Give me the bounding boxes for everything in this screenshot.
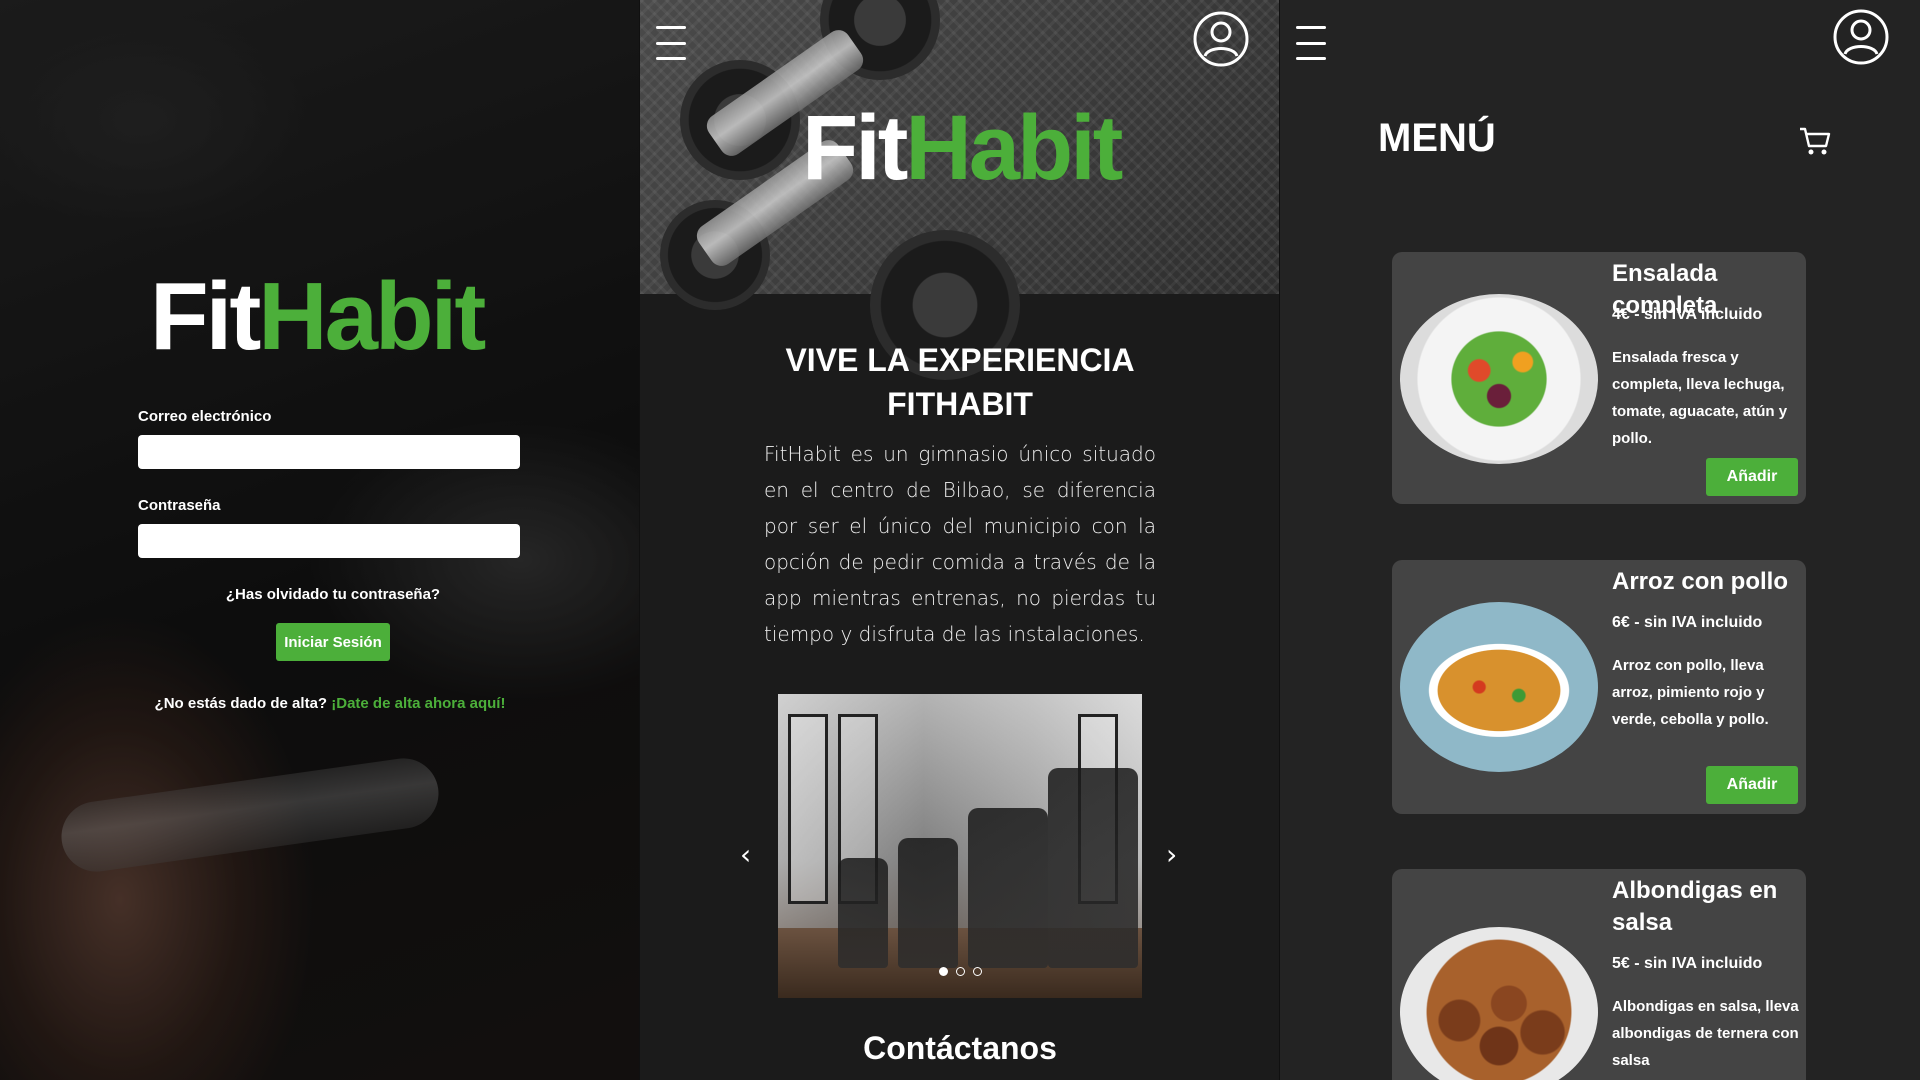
forgot-password-link[interactable]: ¿Has olvidado tu contraseña? <box>138 586 528 603</box>
signup-prompt: ¿No estás dado de alta? <box>154 695 328 712</box>
menu-item-card: Arroz con pollo 6€ - sin IVA incluido Ar… <box>1392 560 1806 814</box>
hamburger-menu-icon[interactable] <box>1296 26 1326 60</box>
email-field[interactable] <box>138 435 520 469</box>
hamburger-menu-icon[interactable] <box>656 26 686 60</box>
title-line-1: VIVE LA EXPERIENCIA <box>785 342 1135 378</box>
login-screen: Fit Habit Correo electrónico Contraseña … <box>0 0 640 1080</box>
app-screens: Fit Habit Correo electrónico Contraseña … <box>0 0 1920 1080</box>
logo-fit-text: Fit <box>802 97 908 199</box>
logo-fit-text: Fit <box>150 263 261 370</box>
shopping-cart-icon[interactable] <box>1798 124 1832 158</box>
logo-habit-text: Habit <box>905 97 1123 199</box>
carousel-dot-1[interactable] <box>938 967 948 976</box>
hero-banner: Fit Habit <box>640 0 1280 380</box>
carousel-dot-2[interactable] <box>955 967 965 976</box>
title-line-2: FITHABIT <box>887 386 1033 422</box>
logo-habit-text: Habit <box>258 263 486 370</box>
menu-item-card: Albondigas en salsa 5€ - sin IVA incluid… <box>1392 869 1806 1080</box>
menu-item-description: Ensalada fresca y completa, lleva lechug… <box>1612 349 1788 447</box>
gym-description: FitHabit es un gimnasio único situado en… <box>764 442 1156 646</box>
password-label: Contraseña <box>138 497 221 514</box>
fithabit-logo: Fit Habit <box>150 262 486 372</box>
login-form: Correo electrónico Contraseña ¿Has olvid… <box>138 408 520 712</box>
menu-item-name: Arroz con pollo <box>1612 568 1788 595</box>
menu-item-description: Albondigas en salsa, lleva albondigas de… <box>1612 998 1799 1069</box>
user-profile-icon[interactable] <box>1832 8 1890 66</box>
salad-dish-image <box>1400 294 1598 464</box>
menu-item-price: 5€ - sin IVA incluido <box>1612 955 1763 972</box>
password-field[interactable] <box>138 524 520 558</box>
menu-item-price: 6€ - sin IVA incluido <box>1612 614 1763 631</box>
menu-item-card: Ensalada completa 4€ - sin IVA incluido … <box>1392 252 1806 504</box>
menu-item-price: 4€ - sin IVA incluido <box>1612 306 1763 323</box>
carousel-dot-3[interactable] <box>972 967 982 976</box>
meatballs-dish-image <box>1400 927 1598 1080</box>
home-screen: Fit Habit VIVE LA EXPERIENCIA FITHABIT F… <box>640 0 1280 1080</box>
email-label: Correo electrónico <box>138 408 272 425</box>
page-title: VIVE LA EXPERIENCIA FITHABIT <box>640 338 1280 426</box>
menu-title: MENÚ <box>1378 116 1496 160</box>
menu-screen: MENÚ Ensalada completa 4€ - sin IVA incl… <box>1280 0 1920 1080</box>
add-to-cart-button[interactable]: Añadir <box>1706 458 1798 496</box>
menu-item-description: Arroz con pollo, lleva arroz, pimiento r… <box>1612 657 1769 728</box>
menu-item-name: Albondigas en salsa <box>1612 877 1778 936</box>
signup-row: ¿No estás dado de alta? ¡Date de alta ah… <box>120 695 540 712</box>
carousel-next-button[interactable]: › <box>1166 838 1177 871</box>
carousel-prev-button[interactable]: ‹ <box>740 838 751 871</box>
add-to-cart-button[interactable]: Añadir <box>1706 766 1798 804</box>
signup-link[interactable]: ¡Date de alta ahora aquí! <box>331 695 505 712</box>
gym-photo-carousel <box>778 694 1142 998</box>
rice-dish-image <box>1400 602 1598 772</box>
fithabit-logo: Fit Habit <box>802 96 1123 201</box>
carousel-indicators <box>778 967 1142 976</box>
contact-heading: Contáctanos <box>863 1030 1057 1066</box>
user-profile-icon[interactable] <box>1192 10 1250 68</box>
login-button[interactable]: Iniciar Sesión <box>276 623 390 661</box>
